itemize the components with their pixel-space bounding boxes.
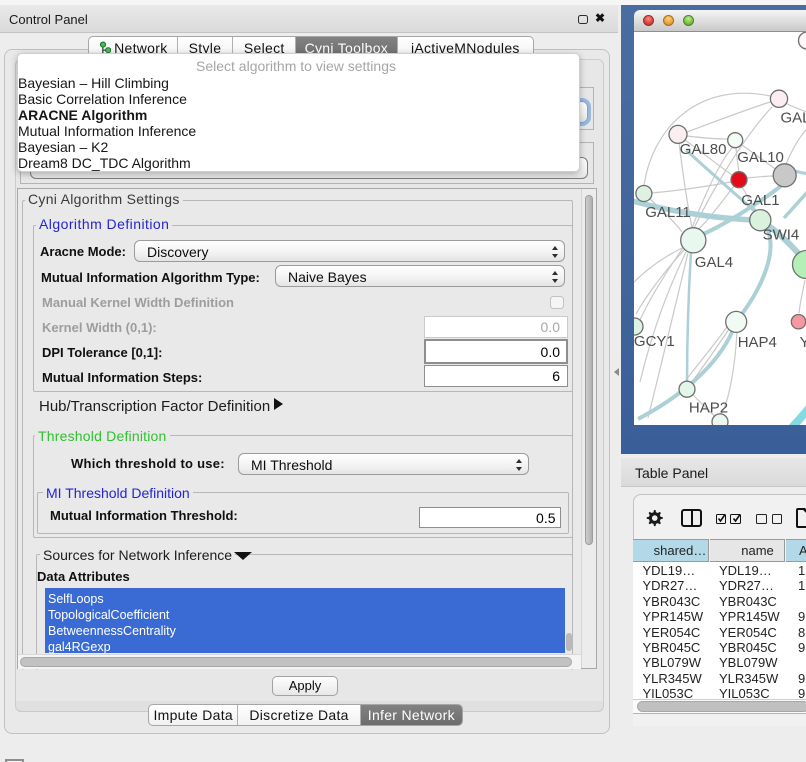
- svg-text:HAP4: HAP4: [737, 333, 776, 350]
- svg-text:GAL11: GAL11: [645, 204, 691, 221]
- svg-text:GCY1: GCY1: [634, 333, 675, 350]
- svg-text:GAL2: GAL2: [780, 109, 806, 126]
- svg-text:GAL4: GAL4: [694, 254, 732, 271]
- svg-text:HAP2: HAP2: [688, 399, 727, 416]
- svg-text:GAL10: GAL10: [737, 149, 784, 166]
- svg-text:GAL80: GAL80: [679, 141, 726, 158]
- svg-text:YJ: YJ: [799, 333, 806, 350]
- svg-text:GAL1: GAL1: [741, 192, 779, 209]
- svg-text:SWI4: SWI4: [762, 226, 799, 243]
